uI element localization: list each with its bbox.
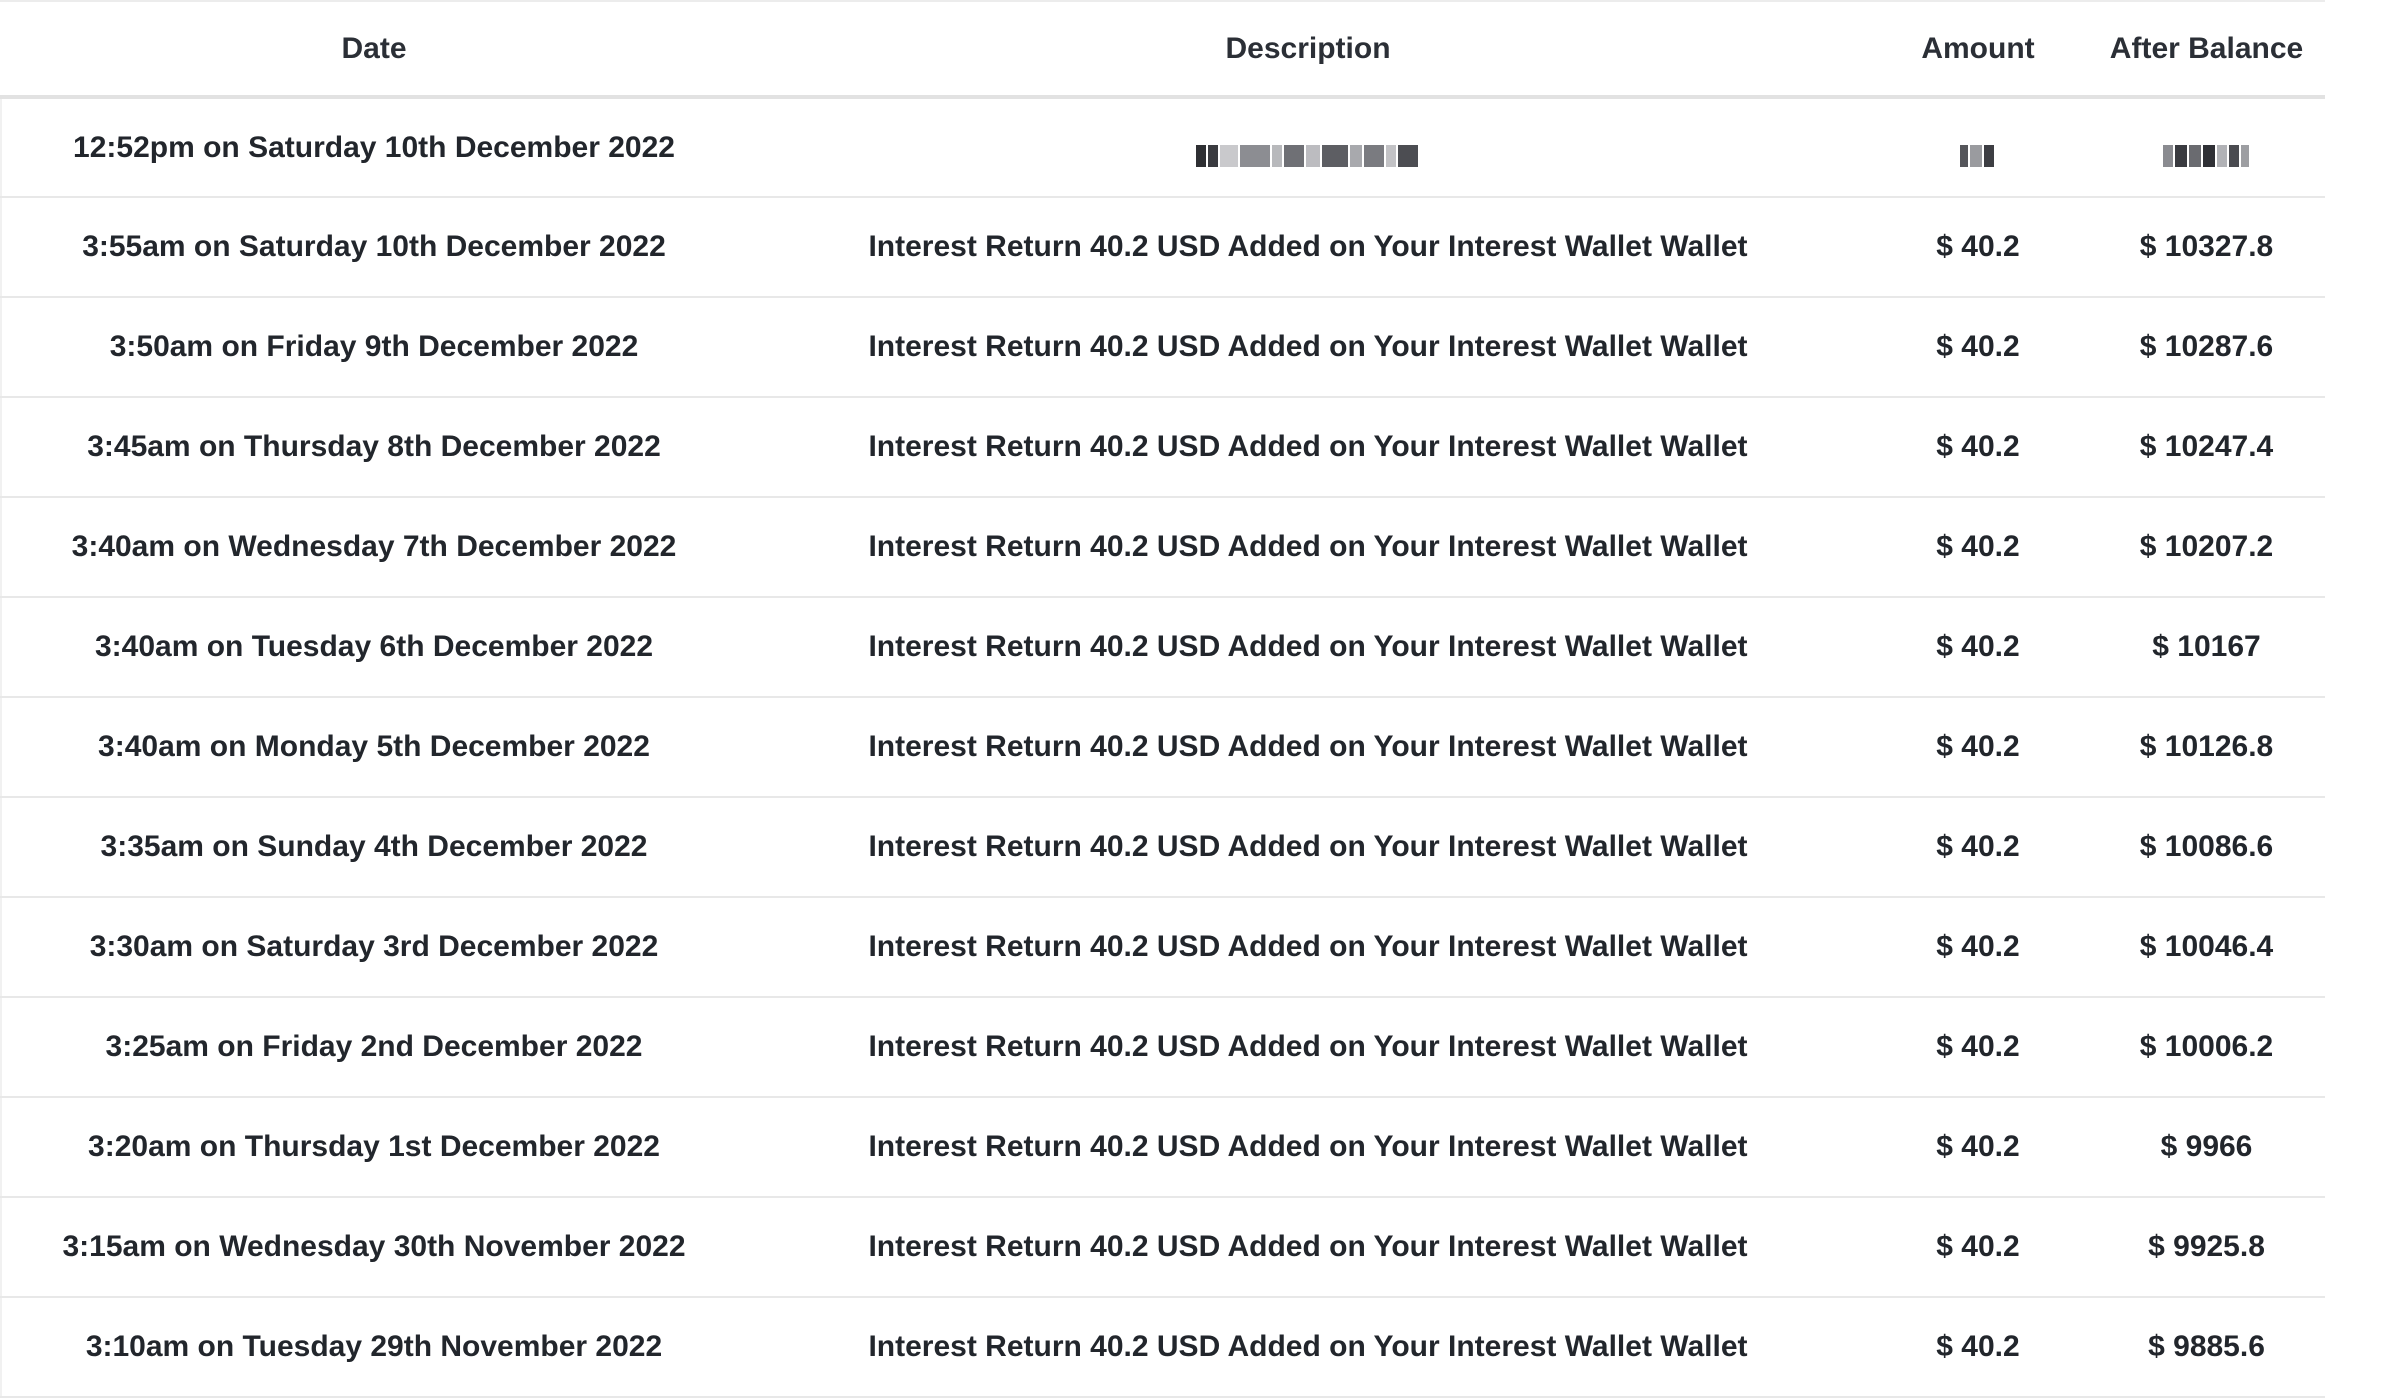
cell-after-balance: $ 9925.8 [2088, 1197, 2325, 1298]
table-row: 3:25am on Friday 2nd December 2022 Intere… [0, 997, 2325, 1098]
table-row: 3:40am on Tuesday 6th December 2022 Inter… [0, 597, 2325, 698]
table-row: 3:30am on Saturday 3rd December 2022 Inte… [0, 897, 2325, 998]
cell-balance-redacted [2088, 97, 2325, 198]
cell-description: Interest Return 40.2 USD Added on Your I… [748, 1097, 1868, 1198]
cell-amount: $ 40.2 [1868, 997, 2088, 1098]
table-header: Date Description Amount After Balance [0, 0, 2325, 99]
cell-amount: $ 40.2 [1868, 197, 2088, 298]
cell-description-redacted [748, 97, 1868, 198]
cell-amount: $ 40.2 [1868, 1097, 2088, 1198]
cell-date: 3:15am on Wednesday 30th November 2022 [0, 1197, 748, 1298]
cell-after-balance: $ 10287.6 [2088, 297, 2325, 398]
cell-amount: $ 40.2 [1868, 597, 2088, 698]
cell-after-balance: $ 10046.4 [2088, 897, 2325, 998]
redacted-description-block [1196, 138, 1420, 167]
cell-amount: $ 40.2 [1868, 297, 2088, 398]
cell-after-balance: $ 10327.8 [2088, 197, 2325, 298]
table-row: 3:20am on Thursday 1st December 2022 Inte… [0, 1097, 2325, 1198]
cell-date: 3:30am on Saturday 3rd December 2022 [0, 897, 748, 998]
table-row: 3:40am on Monday 5th December 2022 Intere… [0, 697, 2325, 798]
cell-description: Interest Return 40.2 USD Added on Your I… [748, 1197, 1868, 1298]
cell-description: Interest Return 40.2 USD Added on Your I… [748, 297, 1868, 398]
cell-description: Interest Return 40.2 USD Added on Your I… [748, 897, 1868, 998]
cell-date: 3:45am on Thursday 8th December 2022 [0, 397, 748, 498]
table-body: 12:52pm on Saturday 10th December 2022 3… [0, 97, 2325, 1398]
redacted-balance-block [2162, 138, 2251, 167]
cell-description: Interest Return 40.2 USD Added on Your I… [748, 697, 1868, 798]
cell-date: 3:10am on Tuesday 29th November 2022 [0, 1297, 748, 1398]
redacted-amount-block [1960, 138, 1996, 167]
column-header-description: Description [748, 0, 1868, 99]
cell-after-balance: $ 10247.4 [2088, 397, 2325, 498]
cell-description: Interest Return 40.2 USD Added on Your I… [748, 397, 1868, 498]
cell-after-balance: $ 9885.6 [2088, 1297, 2325, 1398]
cell-description: Interest Return 40.2 USD Added on Your I… [748, 597, 1868, 698]
cell-description: Interest Return 40.2 USD Added on Your I… [748, 797, 1868, 898]
table-row: 3:50am on Friday 9th December 2022 Intere… [0, 297, 2325, 398]
transactions-table: Date Description Amount After Balance 12… [0, 0, 2325, 1398]
table-row: 3:15am on Wednesday 30th November 2022 In… [0, 1197, 2325, 1298]
cell-date: 3:50am on Friday 9th December 2022 [0, 297, 748, 398]
table-row: 3:40am on Wednesday 7th December 2022 Int… [0, 497, 2325, 598]
cell-date: 12:52pm on Saturday 10th December 2022 [0, 97, 748, 198]
column-header-date: Date [0, 0, 748, 99]
cell-date: 3:55am on Saturday 10th December 2022 [0, 197, 748, 298]
cell-description: Interest Return 40.2 USD Added on Your I… [748, 197, 1868, 298]
cell-after-balance: $ 9966 [2088, 1097, 2325, 1198]
table-row-redacted: 12:52pm on Saturday 10th December 2022 [0, 97, 2325, 198]
cell-amount: $ 40.2 [1868, 897, 2088, 998]
table-row: 3:10am on Tuesday 29th November 2022 Inte… [0, 1297, 2325, 1398]
cell-amount-redacted [1868, 97, 2088, 198]
cell-date: 3:40am on Tuesday 6th December 2022 [0, 597, 748, 698]
table-row: 3:35am on Sunday 4th December 2022 Intere… [0, 797, 2325, 898]
cell-after-balance: $ 10086.6 [2088, 797, 2325, 898]
cell-amount: $ 40.2 [1868, 697, 2088, 798]
cell-amount: $ 40.2 [1868, 1297, 2088, 1398]
cell-after-balance: $ 10006.2 [2088, 997, 2325, 1098]
transactions-table-container: Date Description Amount After Balance 12… [0, 0, 2325, 1398]
cell-date: 3:35am on Sunday 4th December 2022 [0, 797, 748, 898]
cell-description: Interest Return 40.2 USD Added on Your I… [748, 497, 1868, 598]
cell-description: Interest Return 40.2 USD Added on Your I… [748, 1297, 1868, 1398]
column-header-amount: Amount [1868, 0, 2088, 99]
cell-date: 3:40am on Monday 5th December 2022 [0, 697, 748, 798]
cell-amount: $ 40.2 [1868, 1197, 2088, 1298]
cell-amount: $ 40.2 [1868, 497, 2088, 598]
table-row: 3:55am on Saturday 10th December 2022 Int… [0, 197, 2325, 298]
cell-after-balance: $ 10207.2 [2088, 497, 2325, 598]
cell-date: 3:25am on Friday 2nd December 2022 [0, 997, 748, 1098]
column-header-after-balance: After Balance [2088, 0, 2325, 99]
cell-amount: $ 40.2 [1868, 797, 2088, 898]
cell-amount: $ 40.2 [1868, 397, 2088, 498]
cell-description: Interest Return 40.2 USD Added on Your I… [748, 997, 1868, 1098]
cell-after-balance: $ 10126.8 [2088, 697, 2325, 798]
cell-after-balance: $ 10167 [2088, 597, 2325, 698]
cell-date: 3:20am on Thursday 1st December 2022 [0, 1097, 748, 1198]
table-header-row: Date Description Amount After Balance [0, 0, 2325, 99]
table-row: 3:45am on Thursday 8th December 2022 Inte… [0, 397, 2325, 498]
cell-date: 3:40am on Wednesday 7th December 2022 [0, 497, 748, 598]
